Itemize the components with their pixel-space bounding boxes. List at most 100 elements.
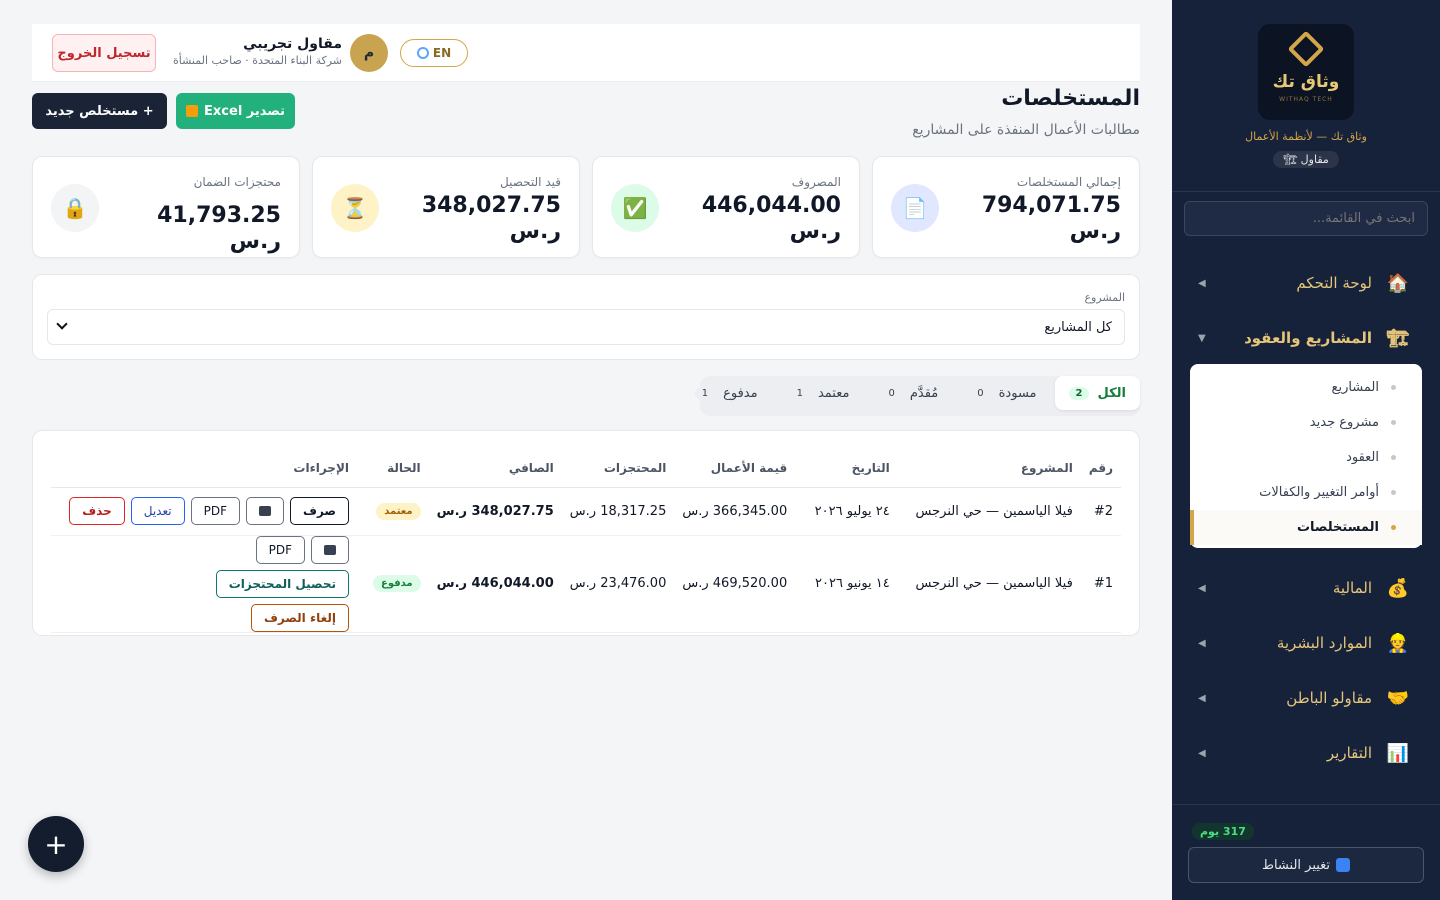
brand-tagline: وثاق تك — لأنظمة الأعمال xyxy=(1245,130,1367,143)
print-button[interactable] xyxy=(311,535,349,564)
cell-work-value: 366,345.00 ر.س xyxy=(674,487,796,536)
submenu-item-contracts[interactable]: العقود xyxy=(1190,440,1422,475)
tab-draft[interactable]: مسودة 0 xyxy=(956,376,1050,410)
floating-add-button[interactable]: + xyxy=(28,816,84,872)
caret-left-icon: ◀ xyxy=(1198,747,1206,759)
cell-status: مدفوع xyxy=(357,535,429,633)
sidebar-search-input[interactable] xyxy=(1184,201,1428,236)
col-work-value: قيمة الأعمال xyxy=(674,449,796,488)
sidebar-item-dashboard[interactable]: 🏠 لوحة التحكم ◀ xyxy=(1172,263,1440,303)
crane-icon: 🏗 xyxy=(1283,153,1298,166)
disburse-button[interactable]: صرف xyxy=(290,497,349,525)
excel-icon xyxy=(186,105,199,117)
pdf-button[interactable]: PDF xyxy=(255,535,305,564)
stat-value: 794,071.75 ر.س xyxy=(981,193,1121,244)
row-actions: صرف PDF تعديل حذف xyxy=(59,497,349,525)
export-excel-button[interactable]: تصدير Excel xyxy=(176,93,295,129)
language-toggle-button[interactable]: EN xyxy=(400,39,468,67)
cell-retention: 18,317.25 ر.س xyxy=(561,487,675,536)
user-company: شركة البناء المتحدة · صاحب المنشأة xyxy=(172,54,342,67)
pdf-button[interactable]: PDF xyxy=(190,497,240,525)
logo: وثاق تك WITHAQ TECH xyxy=(1258,24,1354,120)
cell-net: 348,027.75 ر.س xyxy=(428,487,562,536)
sidebar-item-hr[interactable]: 👷 الموارد البشرية ◀ xyxy=(1172,623,1440,663)
printer-icon xyxy=(324,544,336,555)
user-name: مقاول تجريبي xyxy=(243,36,342,52)
status-badge: معتمد xyxy=(376,502,421,520)
caret-down-icon: ▼ xyxy=(1198,332,1206,344)
page-title: المستخلصات xyxy=(1001,86,1140,111)
col-number: رقم xyxy=(1080,449,1121,488)
caret-left-icon: ◀ xyxy=(1198,277,1206,289)
stat-label: إجمالي المستخلصات xyxy=(1016,175,1121,189)
stat-label: قيد التحصيل xyxy=(500,175,561,189)
page-subtitle: مطالبات الأعمال المنفذة على المشاريع xyxy=(912,122,1140,138)
tab-count: 0 xyxy=(881,386,902,400)
col-retention: المحتجزات xyxy=(561,449,675,488)
handshake-icon: 🤝 xyxy=(1386,687,1410,709)
printer-icon xyxy=(259,506,271,516)
cell-net: 446,044.00 ر.س xyxy=(428,535,562,633)
edit-button[interactable]: تعديل xyxy=(130,497,185,525)
col-project: المشروع xyxy=(897,449,1081,488)
table-row: #2 فيلا الياسمين — حي النرجس ٢٤ يوليو ٢٠… xyxy=(51,487,1121,536)
stat-label: محتجزات الضمان xyxy=(193,175,281,189)
refresh-icon xyxy=(1336,858,1351,872)
stat-value: 348,027.75 ر.س xyxy=(421,193,561,244)
project-filter-select[interactable]: كل المشاريع xyxy=(47,309,1125,345)
stat-card-pending: قيد التحصيل 348,027.75 ر.س ⏳ xyxy=(312,156,580,258)
delete-button[interactable]: حذف xyxy=(69,497,125,525)
chevron-down-icon xyxy=(56,318,68,330)
hourglass-icon: ⏳ xyxy=(331,184,379,232)
tab-paid[interactable]: مدفوع 1 xyxy=(681,376,772,410)
sidebar-footer: 317 يوم تغيير النشاط xyxy=(1172,804,1440,900)
tab-approved[interactable]: معتمد 1 xyxy=(776,376,864,410)
sidebar-item-subcontractors[interactable]: 🤝 مقاولو الباطن ◀ xyxy=(1172,678,1440,718)
house-icon: 🏠 xyxy=(1386,272,1410,294)
sidebar-item-finance[interactable]: 💰 المالية ◀ xyxy=(1172,568,1440,608)
caret-left-icon: ◀ xyxy=(1198,582,1206,594)
invoices-table: رقم المشروع التاريخ قيمة الأعمال المحتجز… xyxy=(51,449,1121,633)
cell-actions: PDF تحصيل المحتجزات إلغاء الصرف xyxy=(51,535,357,633)
user-info: مقاول تجريبي شركة البناء المتحدة · صاحب … xyxy=(173,36,342,67)
print-button[interactable] xyxy=(246,497,284,525)
cell-work-value: 469,520.00 ر.س xyxy=(674,535,796,633)
switch-activity-button[interactable]: تغيير النشاط xyxy=(1188,847,1424,883)
sidebar-item-reports[interactable]: 📊 التقارير ◀ xyxy=(1172,733,1440,773)
logout-button[interactable]: تسجيل الخروج xyxy=(52,34,156,72)
tab-all[interactable]: الكل 2 xyxy=(1054,376,1140,410)
sidebar-item-projects-contracts[interactable]: 🏗 المشاريع والعقود ▼ xyxy=(1172,318,1440,358)
tab-count: 2 xyxy=(1068,386,1090,400)
tab-count: 1 xyxy=(789,386,810,400)
brand-area: وثاق تك WITHAQ TECH وثاق تك — لأنظمة الأ… xyxy=(1172,0,1440,192)
stat-card-disbursed: المصروف 446,044.00 ر.س ✅ xyxy=(592,156,860,258)
stat-value: 446,044.00 ر.س xyxy=(701,193,841,244)
cell-project: فيلا الياسمين — حي النرجس xyxy=(897,535,1081,633)
projects-submenu: المشاريع مشروع جديد العقود أوامر التغيير… xyxy=(1190,364,1422,548)
caret-left-icon: ◀ xyxy=(1198,692,1206,704)
avatar[interactable]: م xyxy=(350,34,388,72)
status-badge: مدفوع xyxy=(373,575,421,592)
submenu-item-invoices[interactable]: المستخلصات xyxy=(1190,510,1422,545)
crane-icon: 🏗 xyxy=(1386,327,1410,349)
invoices-table-card: رقم المشروع التاريخ قيمة الأعمال المحتجز… xyxy=(32,430,1140,636)
role-badge: مقاول 🏗 xyxy=(1273,151,1339,168)
check-icon: ✅ xyxy=(611,184,659,232)
cancel-disbursement-button[interactable]: إلغاء الصرف xyxy=(250,603,349,632)
tab-submitted[interactable]: مُقدَّم 0 xyxy=(867,376,952,410)
project-filter-label: المشروع xyxy=(1084,291,1125,304)
logo-mark-icon xyxy=(1287,30,1325,68)
submenu-item-new-project[interactable]: مشروع جديد xyxy=(1190,405,1422,440)
status-tabs: الكل 2 مسودة 0 مُقدَّم 0 معتمد 1 مدفوع 1 xyxy=(681,376,1140,414)
submenu-item-change-orders[interactable]: أوامر التغيير والكفالات xyxy=(1190,475,1422,510)
cell-number: #2 xyxy=(1080,487,1121,536)
cell-project: فيلا الياسمين — حي النرجس xyxy=(897,487,1081,536)
cell-date: ١٤ يونيو ٢٠٢٦ xyxy=(795,535,898,633)
submenu-item-projects[interactable]: المشاريع xyxy=(1190,370,1422,405)
col-actions: الإجراءات xyxy=(51,449,357,488)
cell-status: معتمد xyxy=(357,487,429,536)
cell-actions: صرف PDF تعديل حذف xyxy=(51,487,357,536)
col-date: التاريخ xyxy=(795,449,898,488)
new-invoice-button[interactable]: + مستخلص جديد xyxy=(32,93,167,129)
collect-retention-button[interactable]: تحصيل المحتجزات xyxy=(215,569,349,598)
